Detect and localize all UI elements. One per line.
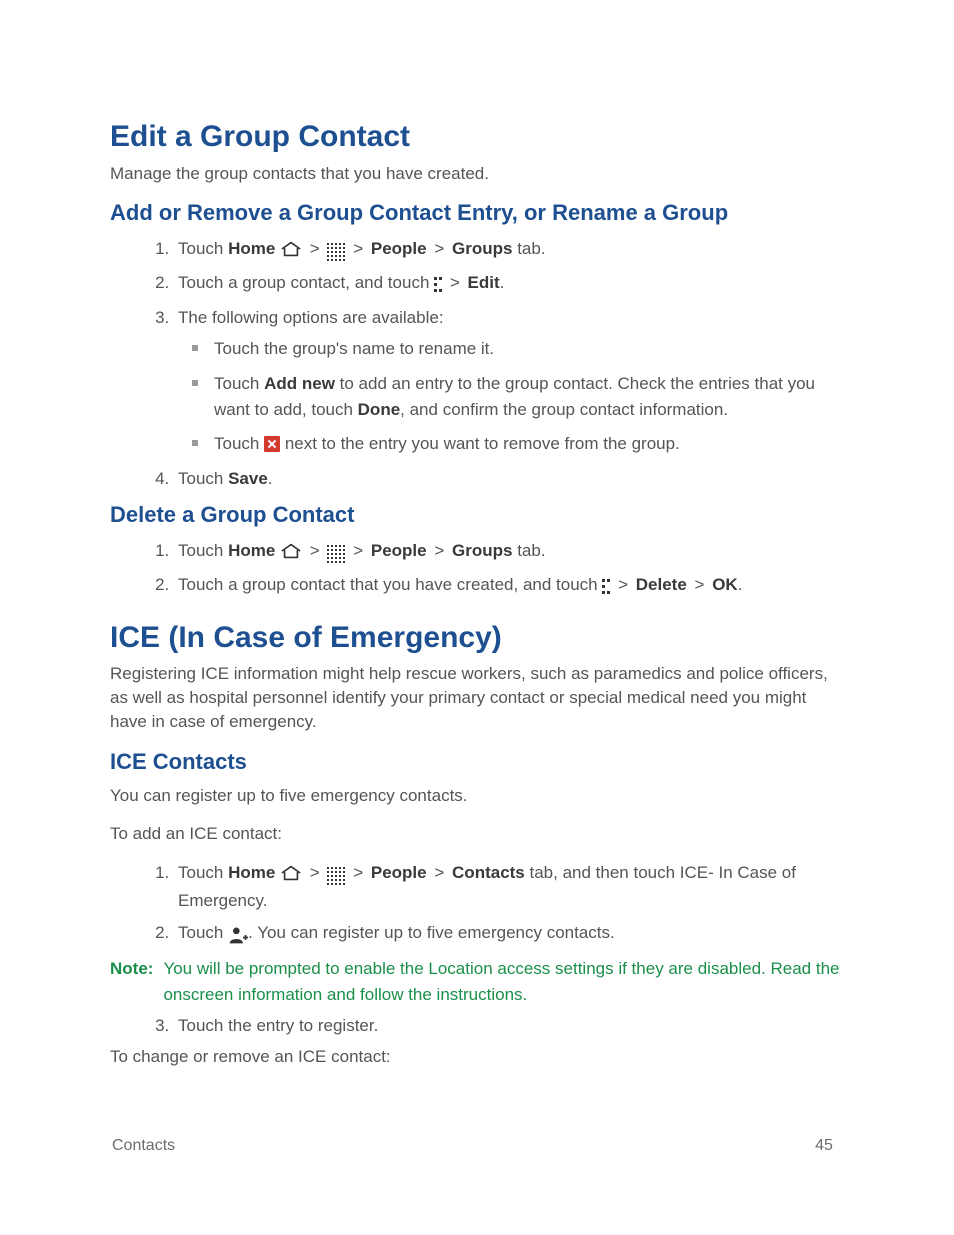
note-label: Note: <box>110 956 153 1007</box>
ice-step-3: Touch the entry to register. <box>174 1013 844 1039</box>
ice-limit-text: You can register up to five emergency co… <box>110 784 844 808</box>
options-list: Touch the group's name to rename it. Tou… <box>178 336 844 457</box>
note-text: You will be prompted to enable the Locat… <box>163 956 844 1007</box>
heading-ice-contacts: ICE Contacts <box>110 748 844 777</box>
footer-page-number: 45 <box>804 1137 844 1155</box>
apps-icon <box>327 541 345 567</box>
document-page: Edit a Group Contact Manage the group co… <box>0 0 954 1235</box>
option-rename: Touch the group's name to rename it. <box>214 336 844 362</box>
heading-edit-group: Edit a Group Contact <box>110 118 844 156</box>
overflow-menu-icon <box>434 273 442 299</box>
apps-icon <box>327 863 345 889</box>
delete-x-icon <box>264 436 280 452</box>
page-footer: Contacts 45 <box>112 1137 844 1155</box>
ice-step-1: Touch Home > > People > Contacts tab, an… <box>174 860 844 914</box>
step-4: Touch Save. <box>174 466 844 492</box>
option-add-new: Touch Add new to add an entry to the gro… <box>214 371 844 424</box>
steps-ice-cont: Touch the entry to register. <box>110 1013 844 1039</box>
apps-icon <box>327 239 345 265</box>
option-remove: Touch next to the entry you want to remo… <box>214 431 844 457</box>
heading-delete-group: Delete a Group Contact <box>110 501 844 530</box>
del-step-2: Touch a group contact that you have crea… <box>174 572 844 601</box>
home-icon <box>280 863 302 889</box>
ice-step-2: Touch . You can register up to five emer… <box>174 920 844 949</box>
ice-change-lead: To change or remove an ICE contact: <box>110 1045 844 1069</box>
steps-delete: Touch Home > > People > Groups tab. Touc… <box>110 538 844 601</box>
add-contact-icon <box>228 923 248 949</box>
intro-ice: Registering ICE information might help r… <box>110 662 844 733</box>
step-2: Touch a group contact, and touch > Edit. <box>174 270 844 299</box>
del-step-1: Touch Home > > People > Groups tab. <box>174 538 844 567</box>
heading-add-remove: Add or Remove a Group Contact Entry, or … <box>110 199 844 228</box>
home-icon <box>280 239 302 265</box>
steps-add-remove: Touch Home > > People > Groups tab. Touc… <box>110 236 844 491</box>
step-1: Touch Home > > People > Groups tab. <box>174 236 844 265</box>
note-block: Note: You will be prompted to enable the… <box>110 956 844 1007</box>
intro-edit-group: Manage the group contacts that you have … <box>110 162 844 186</box>
step-3: The following options are available: Tou… <box>174 305 844 458</box>
home-icon <box>280 541 302 567</box>
footer-section-name: Contacts <box>112 1137 586 1155</box>
overflow-menu-icon <box>602 575 610 601</box>
ice-add-lead: To add an ICE contact: <box>110 822 844 846</box>
steps-ice: Touch Home > > People > Contacts tab, an… <box>110 860 844 949</box>
heading-ice: ICE (In Case of Emergency) <box>110 619 844 657</box>
